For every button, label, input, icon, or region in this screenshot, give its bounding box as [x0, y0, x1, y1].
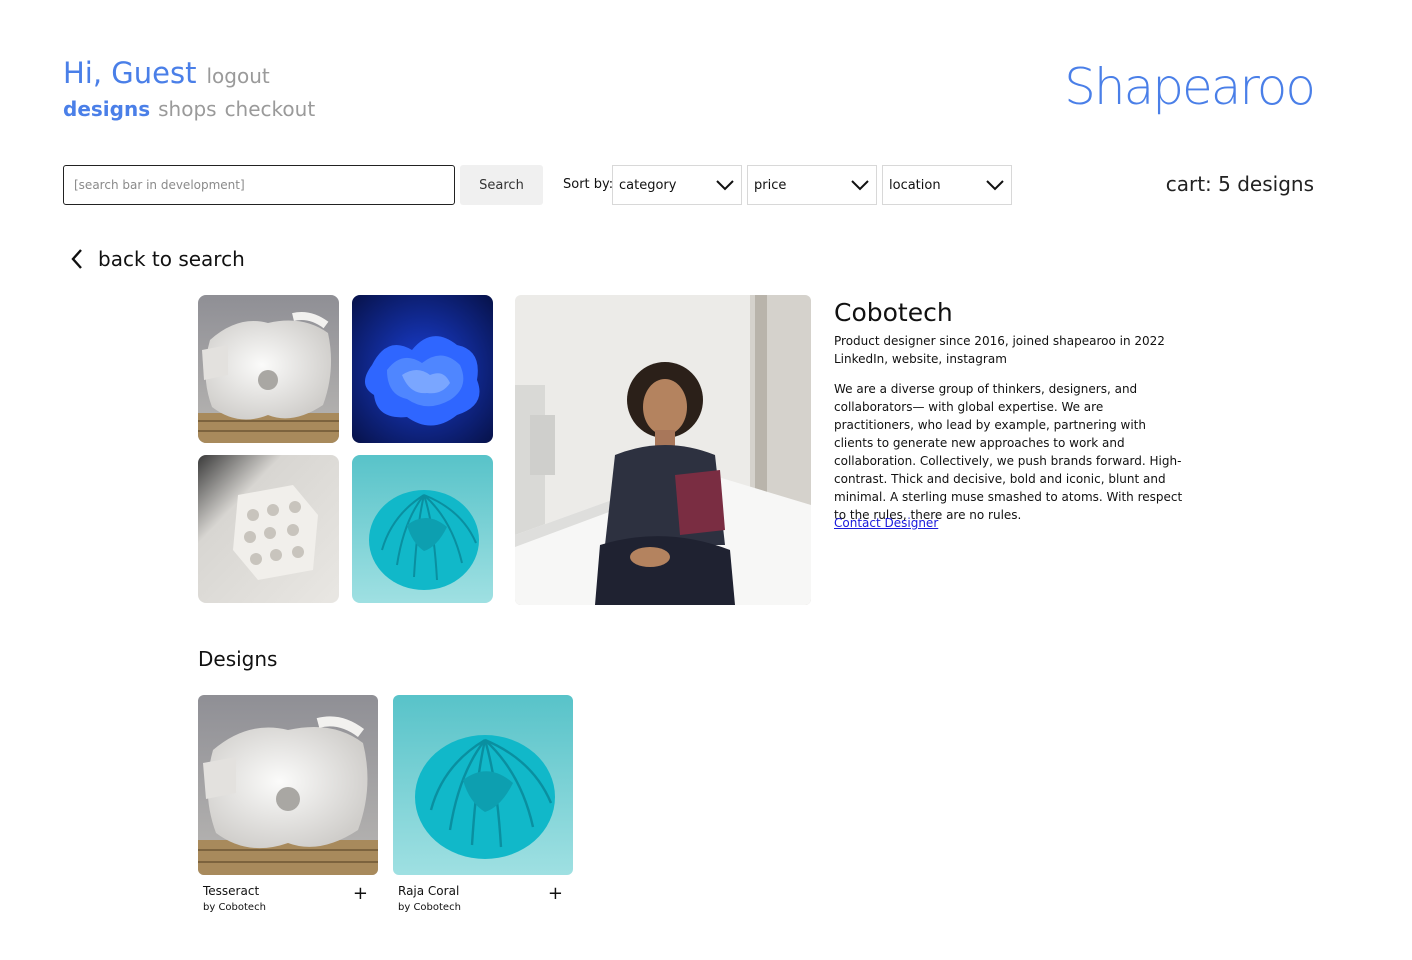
tesseract-image	[198, 295, 339, 443]
greeting-block: Hi, Guest logout	[63, 56, 270, 90]
designer-name: Cobotech	[834, 298, 953, 327]
design-image[interactable]	[393, 695, 573, 875]
logout-link[interactable]: logout	[206, 64, 269, 88]
sort-label: Sort by:	[563, 177, 614, 192]
gallery-image-blue-waves[interactable]	[352, 295, 493, 443]
design-image[interactable]	[198, 695, 378, 875]
sort-price-select[interactable]: price	[747, 165, 877, 205]
chevron-down-icon	[986, 180, 1004, 191]
brand-logo[interactable]: Shapearoo	[1064, 58, 1316, 116]
gallery-image-lattice-cube[interactable]	[198, 455, 339, 603]
designs-section-title: Designs	[198, 647, 278, 671]
design-card-tesseract[interactable]: Tesseract by Cobotech +	[198, 695, 378, 913]
design-card-raja-coral[interactable]: Raja Coral by Cobotech +	[393, 695, 573, 913]
contact-designer-link[interactable]: Contact Designer	[834, 516, 938, 530]
chevron-left-icon	[71, 249, 82, 269]
designer-portrait	[515, 295, 811, 605]
design-author: by Cobotech	[203, 902, 266, 913]
sort-category-select[interactable]: category	[612, 165, 742, 205]
nav-checkout[interactable]: checkout	[225, 97, 316, 121]
designer-bio: We are a diverse group of thinkers, desi…	[834, 382, 1183, 522]
sort-category-value: category	[619, 177, 677, 193]
nav-shops[interactable]: shops	[158, 97, 216, 121]
blue-waves-image	[352, 295, 493, 443]
back-to-search-label: back to search	[98, 247, 245, 271]
sort-location-select[interactable]: location	[882, 165, 1012, 205]
raja-coral-image	[352, 455, 493, 603]
chevron-down-icon	[716, 180, 734, 191]
design-title[interactable]: Raja Coral	[398, 884, 459, 898]
designer-since: Product designer since 2016, joined shap…	[834, 334, 1165, 348]
search-input[interactable]	[63, 165, 455, 205]
lattice-cube-image	[198, 455, 339, 603]
gallery-image-tesseract[interactable]	[198, 295, 339, 443]
search-button[interactable]: Search	[460, 165, 543, 205]
designer-photo	[515, 295, 811, 605]
design-author: by Cobotech	[398, 902, 461, 913]
main-nav: designs shops checkout	[63, 97, 315, 121]
chevron-down-icon	[851, 180, 869, 191]
cart-summary[interactable]: cart: 5 designs	[1166, 172, 1314, 196]
add-to-cart-button[interactable]: +	[548, 885, 563, 903]
back-to-search-link[interactable]: back to search	[70, 247, 245, 271]
sort-price-value: price	[754, 177, 787, 193]
gallery-image-raja-coral[interactable]	[352, 455, 493, 603]
sort-location-value: location	[889, 177, 941, 193]
add-to-cart-button[interactable]: +	[353, 885, 368, 903]
greeting-text: Hi, Guest	[63, 56, 197, 90]
tesseract-image	[198, 695, 378, 875]
raja-coral-image	[393, 695, 573, 875]
nav-designs[interactable]: designs	[63, 97, 150, 121]
design-title[interactable]: Tesseract	[203, 884, 259, 898]
designer-social-links[interactable]: LinkedIn, website, instagram	[834, 352, 1007, 366]
